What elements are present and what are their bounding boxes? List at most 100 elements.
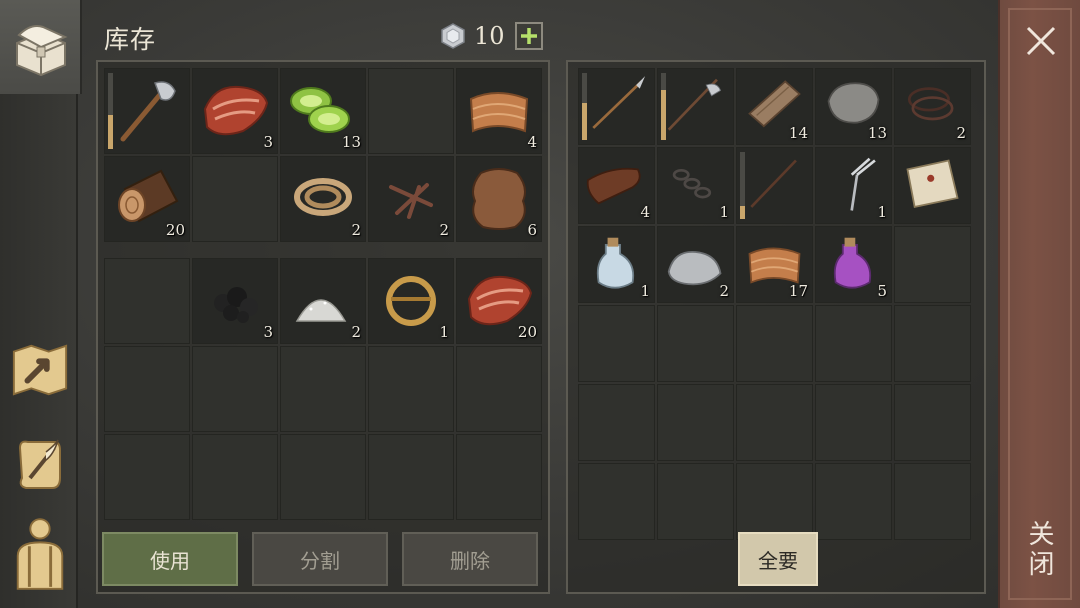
item-slot-spear[interactable] bbox=[578, 68, 655, 145]
add-currency-button[interactable] bbox=[514, 22, 543, 50]
item-count: 2 bbox=[351, 221, 361, 239]
item-count: 2 bbox=[439, 221, 449, 239]
item-slot-water-flask[interactable]: 1 bbox=[578, 226, 655, 303]
durability-fill bbox=[661, 89, 666, 140]
item-count: 1 bbox=[439, 323, 449, 341]
empty-slot[interactable] bbox=[104, 346, 190, 432]
item-count: 2 bbox=[351, 323, 361, 341]
durability-bar bbox=[661, 73, 666, 140]
item-slot-wire[interactable]: 2 bbox=[894, 68, 971, 145]
item-slot-raw-meat[interactable]: 3 bbox=[192, 68, 278, 154]
split-button[interactable]: 分割 bbox=[252, 532, 388, 586]
empty-slot[interactable] bbox=[894, 226, 971, 303]
nav-tab-crafting[interactable] bbox=[10, 340, 70, 400]
empty-slot[interactable] bbox=[578, 384, 655, 461]
item-slot-raw-meat[interactable]: 20 bbox=[456, 258, 542, 344]
item-slot-rope[interactable]: 2 bbox=[280, 156, 366, 242]
crafting-map-icon bbox=[12, 344, 68, 396]
use-button[interactable]: 使用 bbox=[102, 532, 238, 586]
item-slot-cucumber-slices[interactable]: 13 bbox=[280, 68, 366, 154]
empty-slot[interactable] bbox=[104, 434, 190, 520]
item-count: 3 bbox=[263, 323, 273, 341]
item-slot-coal[interactable]: 3 bbox=[192, 258, 278, 344]
durability-fill bbox=[582, 103, 587, 140]
item-slot-animal-hide[interactable]: 6 bbox=[456, 156, 542, 242]
empty-slot[interactable] bbox=[578, 305, 655, 382]
empty-slot[interactable] bbox=[456, 346, 542, 432]
empty-slot[interactable] bbox=[456, 434, 542, 520]
item-slot-iron-ore[interactable]: 2 bbox=[657, 226, 734, 303]
item-count: 4 bbox=[640, 203, 650, 221]
item-count: 14 bbox=[788, 124, 808, 142]
nav-tab-journal[interactable] bbox=[10, 434, 70, 494]
empty-slot[interactable] bbox=[736, 384, 813, 461]
empty-slot[interactable] bbox=[736, 305, 813, 382]
map-scrap-icon bbox=[906, 159, 959, 208]
item-count: 1 bbox=[719, 203, 729, 221]
item-count: 4 bbox=[527, 133, 537, 151]
empty-slot[interactable] bbox=[368, 346, 454, 432]
durability-fill bbox=[740, 205, 745, 219]
item-count: 1 bbox=[877, 203, 887, 221]
close-panel[interactable]: 关闭 bbox=[998, 0, 1080, 608]
close-icon[interactable] bbox=[1024, 24, 1058, 58]
spear-icon bbox=[592, 76, 646, 129]
close-label[interactable]: 关闭 bbox=[1024, 520, 1058, 580]
item-slot-chain[interactable]: 1 bbox=[657, 147, 734, 224]
empty-slot[interactable] bbox=[894, 463, 971, 540]
empty-slot[interactable] bbox=[578, 463, 655, 540]
nav-tab-character[interactable] bbox=[10, 518, 70, 590]
item-slot-axe[interactable] bbox=[104, 68, 190, 154]
nav-tab-inventory[interactable] bbox=[0, 0, 82, 94]
left-nav bbox=[0, 0, 82, 608]
empty-slot[interactable] bbox=[192, 434, 278, 520]
chest-icon bbox=[16, 25, 68, 77]
item-slot-fork[interactable]: 1 bbox=[815, 147, 892, 224]
empty-slot[interactable] bbox=[104, 258, 190, 344]
empty-slot[interactable] bbox=[192, 346, 278, 432]
empty-slot[interactable] bbox=[894, 305, 971, 382]
scroll-quill-icon bbox=[18, 439, 61, 489]
item-slot-halberd[interactable] bbox=[657, 68, 734, 145]
item-slot-purple-potion[interactable]: 5 bbox=[815, 226, 892, 303]
empty-slot[interactable] bbox=[815, 463, 892, 540]
halberd-icon bbox=[667, 78, 722, 131]
item-slot-leather-strips[interactable]: 17 bbox=[736, 226, 813, 303]
item-count: 20 bbox=[165, 221, 185, 239]
item-slot-leather-strips[interactable]: 4 bbox=[456, 68, 542, 154]
empty-slot[interactable] bbox=[280, 346, 366, 432]
inventory-grid-bottom: 3 2 1 20 bbox=[104, 258, 542, 520]
empty-slot[interactable] bbox=[894, 384, 971, 461]
axe-icon bbox=[120, 81, 176, 142]
item-slot-leather[interactable]: 4 bbox=[578, 147, 655, 224]
item-count: 6 bbox=[527, 221, 537, 239]
empty-slot[interactable] bbox=[736, 463, 813, 540]
item-slot-plank[interactable]: 14 bbox=[736, 68, 813, 145]
item-count: 13 bbox=[867, 124, 887, 142]
item-slot-log[interactable]: 20 bbox=[104, 156, 190, 242]
empty-slot[interactable] bbox=[815, 305, 892, 382]
empty-slot[interactable] bbox=[657, 305, 734, 382]
item-slot-map-scrap[interactable] bbox=[894, 147, 971, 224]
page-title: 库存 bbox=[104, 25, 157, 54]
empty-slot[interactable] bbox=[815, 384, 892, 461]
stick-icon bbox=[750, 159, 797, 208]
item-count: 2 bbox=[956, 124, 966, 142]
durability-bar bbox=[740, 152, 745, 219]
take-all-button[interactable]: 全要 bbox=[738, 532, 818, 586]
delete-button[interactable]: 删除 bbox=[402, 532, 538, 586]
empty-slot[interactable] bbox=[368, 434, 454, 520]
empty-slot[interactable] bbox=[192, 156, 278, 242]
item-slot-salt[interactable]: 2 bbox=[280, 258, 366, 344]
empty-slot[interactable] bbox=[280, 434, 366, 520]
item-slot-stone[interactable]: 13 bbox=[815, 68, 892, 145]
item-slot-nails[interactable]: 2 bbox=[368, 156, 454, 242]
empty-slot[interactable] bbox=[657, 463, 734, 540]
durability-fill bbox=[108, 114, 113, 149]
currency-value: 10 bbox=[474, 22, 505, 50]
empty-slot[interactable] bbox=[657, 384, 734, 461]
empty-slot[interactable] bbox=[368, 68, 454, 154]
character-icon bbox=[16, 518, 64, 590]
item-slot-stick[interactable] bbox=[736, 147, 813, 224]
item-slot-brass-ring[interactable]: 1 bbox=[368, 258, 454, 344]
